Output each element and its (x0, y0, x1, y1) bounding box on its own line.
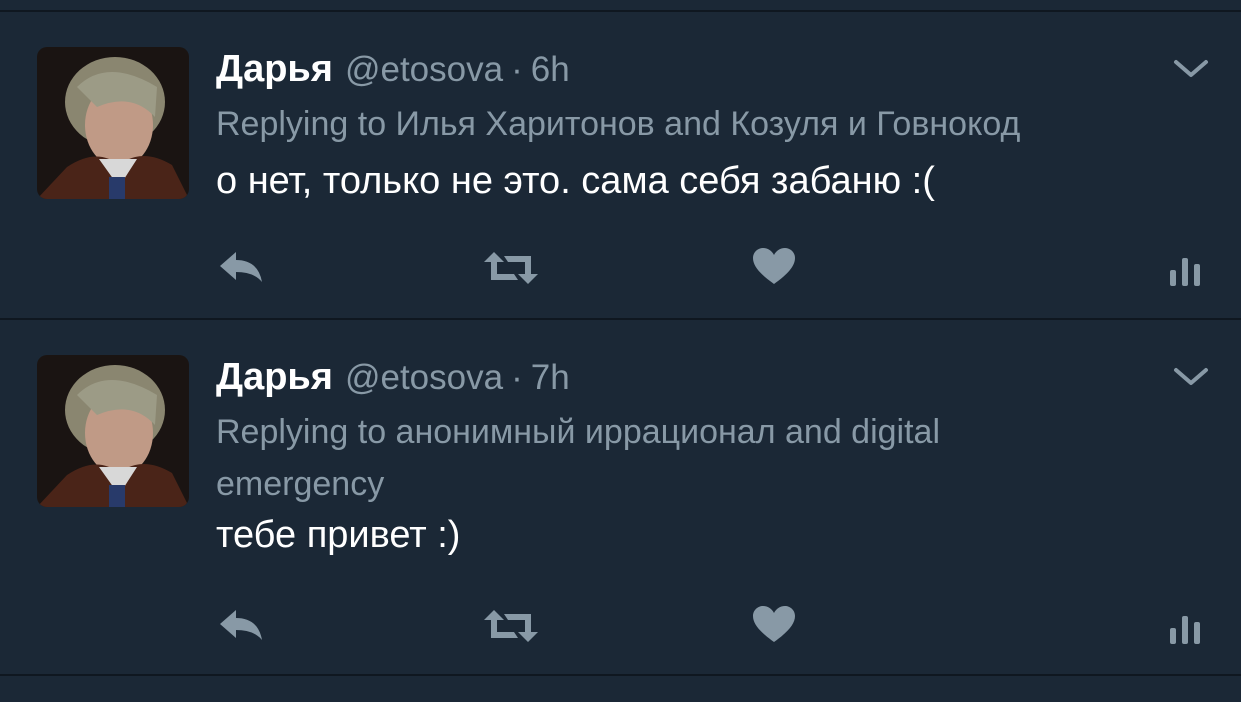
avatar[interactable] (37, 47, 189, 199)
replying-to[interactable]: Replying to Илья Харитонов and Козуля и … (216, 98, 1176, 150)
timestamp[interactable]: 6h (531, 50, 570, 89)
tweet-text: тебе привет :) (216, 514, 461, 556)
author-name[interactable]: Дарья (216, 48, 333, 90)
timestamp[interactable]: 7h (531, 358, 570, 397)
retweet-icon (484, 252, 538, 284)
like-button[interactable] (750, 246, 798, 286)
tweet[interactable]: Дарья @etosova · 6h Replying to Илья Харито… (0, 12, 1241, 318)
tweet-header: Дарья @etosova · 7h (216, 358, 570, 396)
separator: · (511, 50, 523, 89)
tweet-header: Дарья @etosova · 6h (216, 50, 570, 88)
analytics-icon (1170, 616, 1200, 644)
author-handle[interactable]: @etosova (345, 358, 503, 397)
author-name[interactable]: Дарья (216, 356, 333, 398)
author-handle[interactable]: @etosova (345, 50, 503, 89)
timeline: Дарья @etosova · 6h Replying to Илья Харито… (0, 0, 1241, 702)
analytics-button[interactable] (1168, 606, 1204, 646)
chevron-down-icon[interactable] (1172, 58, 1210, 80)
reply-icon (220, 610, 262, 640)
avatar[interactable] (37, 355, 189, 507)
tweet[interactable]: Дарья @etosova · 7h Replying to анонимный и… (0, 320, 1241, 672)
chevron-down-icon[interactable] (1172, 366, 1210, 388)
retweet-icon (484, 610, 538, 642)
separator: · (511, 358, 523, 397)
divider (0, 674, 1241, 676)
retweet-button[interactable] (482, 606, 540, 646)
like-button[interactable] (750, 604, 798, 644)
heart-icon (753, 606, 795, 642)
reply-button[interactable] (218, 606, 266, 646)
reply-icon (220, 252, 262, 282)
tweet-text: о нет, только не это. сама себя забаню :… (216, 160, 935, 202)
analytics-icon (1170, 258, 1200, 286)
heart-icon (753, 248, 795, 284)
analytics-button[interactable] (1168, 248, 1204, 288)
reply-button[interactable] (218, 248, 266, 288)
retweet-button[interactable] (482, 248, 540, 288)
replying-to[interactable]: Replying to анонимный иррационал and dig… (216, 406, 1116, 510)
